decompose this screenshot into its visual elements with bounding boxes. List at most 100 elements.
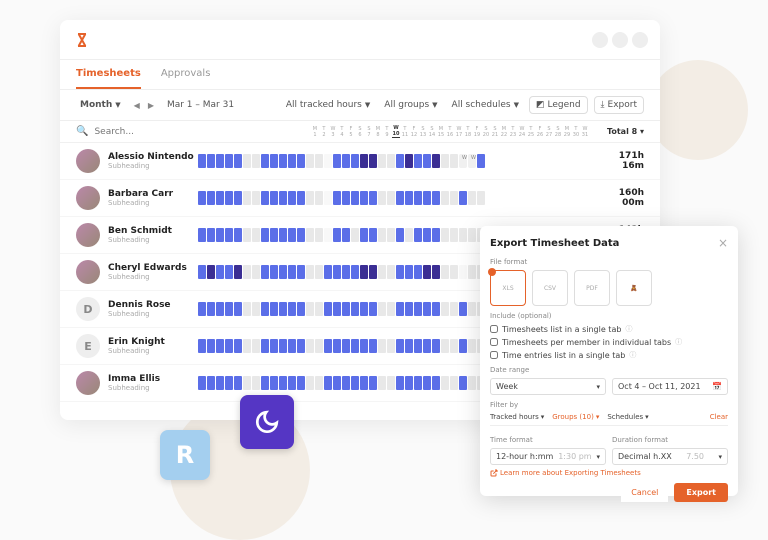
day-cell[interactable] xyxy=(387,376,395,390)
day-cell[interactable] xyxy=(423,191,431,205)
day-cell[interactable] xyxy=(243,302,251,316)
day-cell[interactable] xyxy=(342,302,350,316)
day-cell[interactable] xyxy=(306,228,314,242)
day-cell[interactable] xyxy=(207,154,215,168)
day-cell[interactable] xyxy=(333,191,341,205)
day-cell[interactable] xyxy=(243,228,251,242)
day-cell[interactable]: W xyxy=(468,154,476,168)
day-cell[interactable] xyxy=(459,191,467,205)
day-cell[interactable] xyxy=(207,228,215,242)
day-cell[interactable] xyxy=(297,376,305,390)
day-cell[interactable] xyxy=(333,154,341,168)
day-cell[interactable] xyxy=(378,376,386,390)
day-cell[interactable] xyxy=(387,191,395,205)
check-individual-tabs[interactable] xyxy=(490,338,498,346)
day-cell[interactable] xyxy=(279,302,287,316)
day-cell[interactable] xyxy=(468,302,476,316)
day-cell[interactable] xyxy=(315,154,323,168)
check-single-tab[interactable] xyxy=(490,325,498,333)
day-cell[interactable] xyxy=(270,265,278,279)
day-cell[interactable] xyxy=(207,265,215,279)
day-cell[interactable] xyxy=(369,154,377,168)
day-cell[interactable] xyxy=(441,339,449,353)
day-cell[interactable] xyxy=(216,376,224,390)
day-cell[interactable] xyxy=(396,339,404,353)
day-cell[interactable] xyxy=(432,376,440,390)
day-cell[interactable] xyxy=(270,339,278,353)
day-cell[interactable] xyxy=(450,339,458,353)
day-cell[interactable] xyxy=(315,376,323,390)
day-cell[interactable] xyxy=(369,302,377,316)
day-cell[interactable] xyxy=(432,191,440,205)
day-cell[interactable] xyxy=(414,339,422,353)
day-cell[interactable] xyxy=(360,228,368,242)
day-cell[interactable] xyxy=(324,228,332,242)
day-cell[interactable] xyxy=(216,302,224,316)
day-cell[interactable] xyxy=(198,302,206,316)
day-cell[interactable] xyxy=(243,191,251,205)
day-cell[interactable] xyxy=(252,376,260,390)
day-cell[interactable] xyxy=(198,376,206,390)
day-cell[interactable] xyxy=(252,191,260,205)
duration-format-select[interactable]: Decimal h.XX7.50▾ xyxy=(612,448,728,465)
day-cell[interactable] xyxy=(297,339,305,353)
day-cell[interactable] xyxy=(369,228,377,242)
day-cell[interactable] xyxy=(378,191,386,205)
info-icon[interactable]: ⓘ xyxy=(629,350,636,360)
day-cell[interactable] xyxy=(252,339,260,353)
day-cell[interactable] xyxy=(234,154,242,168)
day-cell[interactable] xyxy=(243,339,251,353)
day-cell[interactable] xyxy=(234,191,242,205)
pill-schedules[interactable]: Schedules▾ xyxy=(607,413,648,421)
day-cell[interactable] xyxy=(459,376,467,390)
legend-button[interactable]: ◩Legend xyxy=(529,96,588,114)
day-cell[interactable] xyxy=(405,154,413,168)
day-cell[interactable] xyxy=(423,339,431,353)
day-cell[interactable] xyxy=(387,339,395,353)
day-cell[interactable] xyxy=(396,302,404,316)
day-cell[interactable] xyxy=(441,265,449,279)
day-cell[interactable] xyxy=(279,154,287,168)
week-select[interactable]: Week▾ xyxy=(490,378,606,395)
day-cell[interactable] xyxy=(378,265,386,279)
day-cell[interactable] xyxy=(225,302,233,316)
day-cell[interactable] xyxy=(468,339,476,353)
day-cell[interactable] xyxy=(477,154,485,168)
day-cell[interactable] xyxy=(261,228,269,242)
day-cell[interactable] xyxy=(441,376,449,390)
day-cell[interactable] xyxy=(414,265,422,279)
date-range-picker[interactable]: Oct 4 – Oct 11, 2021📅 xyxy=(612,378,728,395)
day-cell[interactable] xyxy=(270,228,278,242)
day-cell[interactable] xyxy=(297,154,305,168)
day-cell[interactable] xyxy=(423,376,431,390)
filter-schedules[interactable]: All schedules▼ xyxy=(448,98,523,112)
day-cell[interactable] xyxy=(198,339,206,353)
filter-groups[interactable]: All groups▼ xyxy=(380,98,441,112)
day-cell[interactable] xyxy=(450,228,458,242)
day-cell[interactable] xyxy=(252,154,260,168)
day-cell[interactable] xyxy=(441,191,449,205)
day-cell[interactable] xyxy=(360,154,368,168)
day-cell[interactable] xyxy=(423,154,431,168)
day-cell[interactable] xyxy=(315,228,323,242)
day-cell[interactable] xyxy=(423,302,431,316)
day-cell[interactable] xyxy=(288,228,296,242)
day-cell[interactable] xyxy=(306,191,314,205)
day-cell[interactable] xyxy=(234,228,242,242)
day-cell[interactable] xyxy=(333,265,341,279)
day-cell[interactable] xyxy=(279,228,287,242)
day-cell[interactable] xyxy=(369,376,377,390)
day-cell[interactable] xyxy=(396,191,404,205)
modal-export-button[interactable]: Export xyxy=(674,483,728,502)
day-cell[interactable] xyxy=(234,339,242,353)
day-cell[interactable] xyxy=(387,154,395,168)
day-cell[interactable] xyxy=(225,191,233,205)
day-cell[interactable] xyxy=(450,302,458,316)
info-icon[interactable]: ⓘ xyxy=(625,324,632,334)
day-cell[interactable] xyxy=(288,339,296,353)
learn-more-link[interactable]: Learn more about Exporting Timesheets xyxy=(490,469,728,477)
day-cell[interactable] xyxy=(342,265,350,279)
day-cell[interactable] xyxy=(423,228,431,242)
day-cell[interactable] xyxy=(324,376,332,390)
day-cell[interactable] xyxy=(288,154,296,168)
